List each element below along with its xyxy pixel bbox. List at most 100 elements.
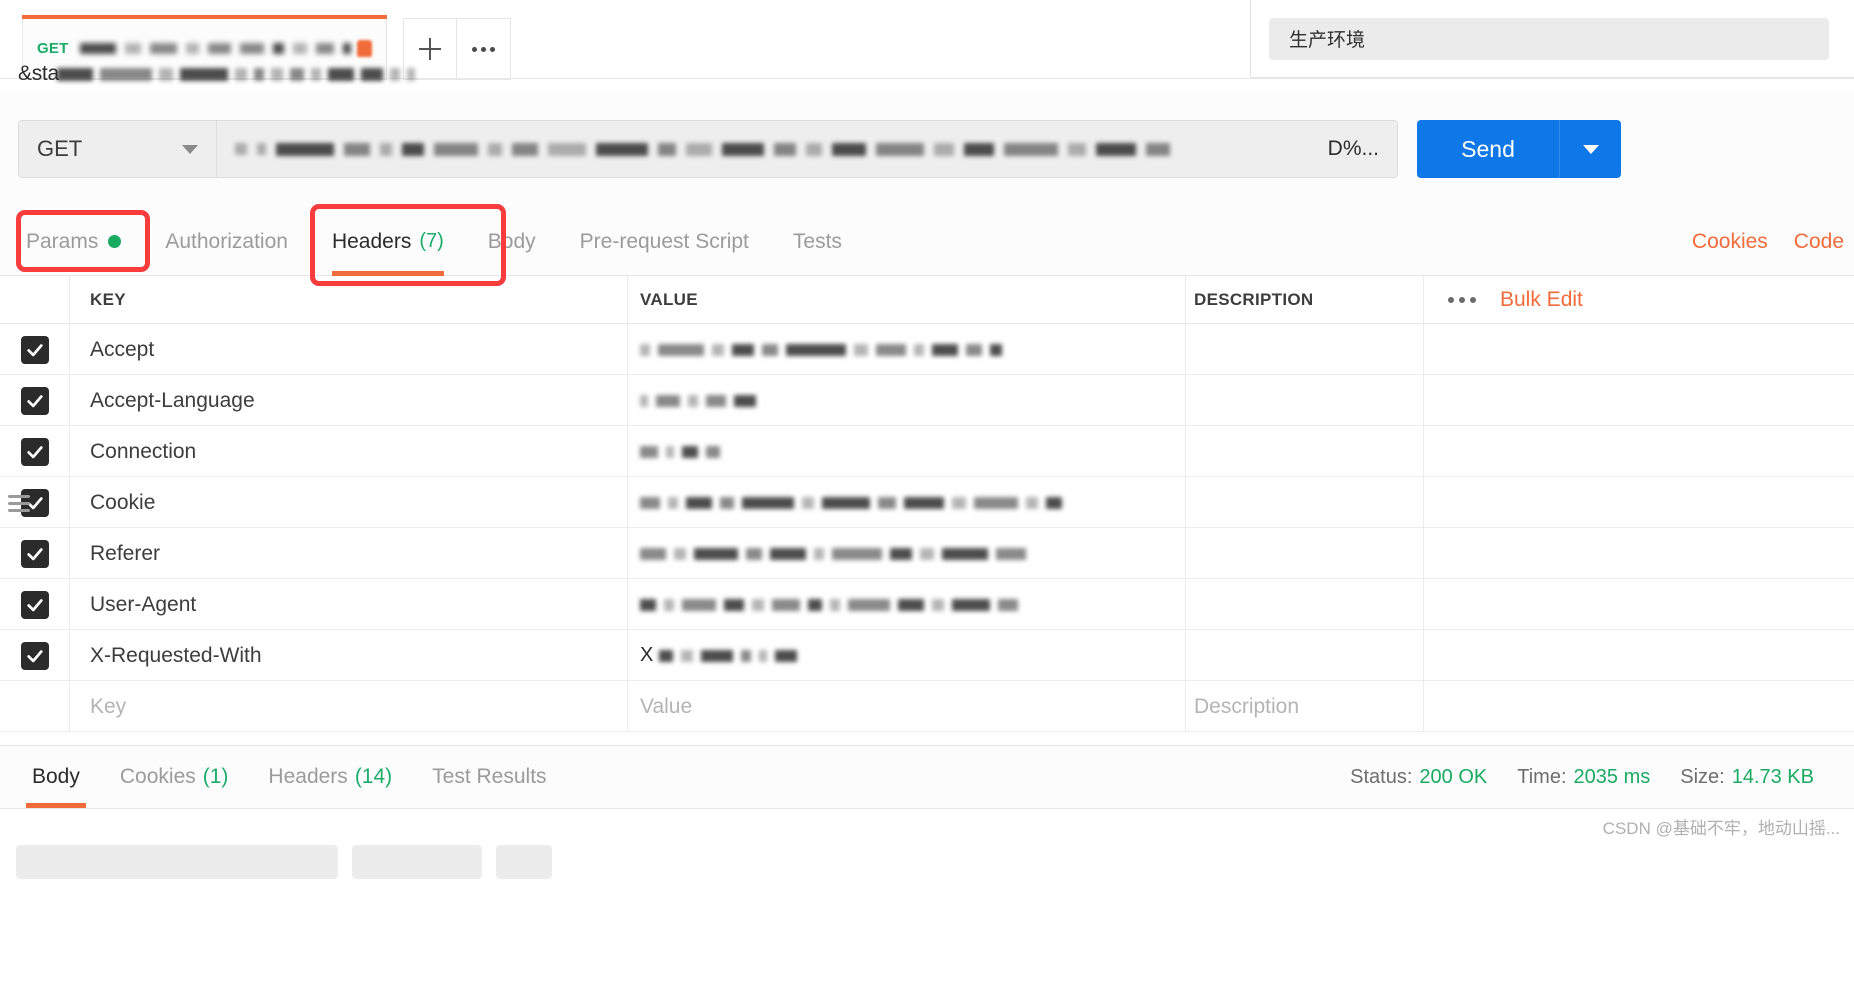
response-size-label: Size: bbox=[1680, 765, 1725, 788]
response-tab-body-label: Body bbox=[32, 765, 80, 788]
row-checkbox[interactable] bbox=[20, 641, 49, 670]
row-value-cell[interactable] bbox=[628, 477, 1186, 528]
new-value-placeholder: Value bbox=[640, 694, 693, 718]
table-row: Connection bbox=[0, 426, 1854, 477]
row-checkbox-cell bbox=[0, 528, 70, 579]
response-tab-body[interactable]: Body bbox=[12, 746, 100, 808]
row-actions-cell bbox=[1424, 528, 1854, 579]
tab-params-label: Params bbox=[26, 229, 99, 253]
row-checkbox[interactable] bbox=[20, 386, 49, 415]
response-size: Size: 14.73 KB bbox=[1680, 766, 1814, 789]
row-key-cell[interactable]: User-Agent bbox=[70, 579, 628, 630]
url-overflow-obscured bbox=[56, 67, 415, 81]
row-value-cell[interactable] bbox=[628, 324, 1186, 375]
row-checkbox[interactable] bbox=[20, 335, 49, 364]
row-value-obscured bbox=[640, 445, 1185, 458]
row-description-cell[interactable] bbox=[1186, 426, 1424, 477]
row-value-cell[interactable] bbox=[628, 579, 1186, 630]
send-options-button[interactable] bbox=[1559, 120, 1621, 178]
row-actions-cell bbox=[1424, 681, 1854, 732]
response-meta: Status: 200 OK Time: 2035 ms Size: 14.73 KB bbox=[1350, 766, 1854, 789]
row-key-cell[interactable]: X-Requested-With bbox=[70, 630, 628, 681]
response-status-label: Status: bbox=[1350, 765, 1413, 788]
row-checkbox-cell bbox=[0, 375, 70, 426]
response-tab-test-results[interactable]: Test Results bbox=[412, 746, 566, 808]
row-checkbox-cell bbox=[0, 477, 70, 528]
response-tab-cookies-count: (1) bbox=[202, 765, 229, 788]
row-key-label: Accept bbox=[90, 337, 155, 361]
bulk-edit-link[interactable]: Bulk Edit bbox=[1500, 288, 1583, 312]
response-body-area: CSDN @基础不牢，地动山摇... bbox=[0, 809, 1854, 984]
tab-more-options-button[interactable] bbox=[457, 18, 511, 80]
row-actions-cell bbox=[1424, 477, 1854, 528]
row-key-cell[interactable]: Cookie bbox=[70, 477, 628, 528]
column-key-head: KEY bbox=[70, 275, 628, 324]
response-tab-headers-label: Headers bbox=[268, 765, 348, 788]
column-value-label: VALUE bbox=[640, 289, 698, 309]
response-status-value: 200 OK bbox=[1419, 765, 1488, 788]
environment-selector[interactable]: 生产环境 bbox=[1269, 17, 1829, 60]
new-key-placeholder: Key bbox=[90, 694, 127, 718]
tab-headers[interactable]: Headers (7) bbox=[310, 208, 466, 276]
response-view-toggle[interactable] bbox=[16, 845, 338, 879]
row-key-cell[interactable]: Referer bbox=[70, 528, 628, 579]
row-key-cell[interactable]: Accept bbox=[70, 324, 628, 375]
table-options-icon[interactable] bbox=[1448, 296, 1476, 303]
url-row: GET D%... Send bbox=[0, 90, 1854, 208]
tab-authorization-label: Authorization bbox=[165, 229, 288, 253]
row-description-cell[interactable] bbox=[1186, 477, 1424, 528]
row-description-cell[interactable] bbox=[1186, 630, 1424, 681]
row-description-cell[interactable] bbox=[1186, 579, 1424, 630]
tab-headers-label: Headers bbox=[331, 229, 412, 253]
table-row: X-Requested-With X bbox=[0, 630, 1854, 681]
row-value-cell[interactable] bbox=[628, 528, 1186, 579]
row-checkbox[interactable] bbox=[20, 590, 49, 619]
row-description-cell[interactable] bbox=[1186, 528, 1424, 579]
tab-pre-request-script[interactable]: Pre-request Script bbox=[558, 208, 771, 276]
request-tab-name-obscured bbox=[80, 43, 351, 54]
response-tab-cookies[interactable]: Cookies (1) bbox=[100, 746, 249, 808]
ellipsis-icon bbox=[472, 46, 495, 52]
response-format-select[interactable] bbox=[352, 845, 482, 879]
row-key-cell[interactable]: Accept-Language bbox=[70, 375, 628, 426]
tab-pre-request-script-label: Pre-request Script bbox=[579, 229, 749, 253]
row-checkbox[interactable] bbox=[20, 539, 49, 568]
column-actions-head: Bulk Edit bbox=[1424, 276, 1854, 324]
tab-body[interactable]: Body bbox=[466, 208, 558, 276]
row-value-cell[interactable] bbox=[628, 375, 1186, 426]
url-input[interactable]: D%... bbox=[217, 121, 1397, 177]
code-link[interactable]: Code bbox=[1794, 230, 1844, 254]
row-value-obscured bbox=[640, 496, 1185, 509]
response-time: Time: 2035 ms bbox=[1517, 766, 1650, 789]
http-method-select[interactable]: GET bbox=[19, 121, 217, 177]
unsaved-indicator-icon bbox=[357, 40, 372, 57]
drag-handle-icon[interactable] bbox=[8, 495, 30, 516]
row-description-cell[interactable] bbox=[1186, 375, 1424, 426]
url-overflow-prefix: &sta bbox=[18, 62, 59, 85]
new-description-placeholder: Description bbox=[1194, 694, 1300, 718]
new-value-input[interactable]: Value bbox=[628, 681, 1186, 732]
row-key-cell[interactable]: Connection bbox=[70, 426, 628, 477]
response-tab-test-results-label: Test Results bbox=[432, 765, 547, 788]
tab-tests[interactable]: Tests bbox=[771, 208, 864, 276]
row-value-cell[interactable]: X bbox=[628, 630, 1186, 681]
url-visible-tail: D%... bbox=[1327, 137, 1379, 160]
response-tabs: Body Cookies (1) Headers (14) Test Resul… bbox=[0, 746, 1854, 808]
row-checkbox[interactable] bbox=[20, 437, 49, 466]
response-tab-headers[interactable]: Headers (14) bbox=[248, 746, 412, 808]
row-value-cell[interactable] bbox=[628, 426, 1186, 477]
new-key-input[interactable]: Key bbox=[70, 681, 628, 732]
new-description-input[interactable]: Description bbox=[1186, 681, 1424, 732]
cookies-link[interactable]: Cookies bbox=[1692, 230, 1768, 254]
row-value-obscured bbox=[640, 598, 1185, 611]
tab-authorization[interactable]: Authorization bbox=[143, 208, 310, 276]
column-checkbox-head bbox=[0, 275, 70, 324]
postman-window: GET &sta 生产环境 GET D%... Send Params Auth… bbox=[0, 0, 1854, 984]
row-actions-cell bbox=[1424, 324, 1854, 375]
row-description-cell[interactable] bbox=[1186, 324, 1424, 375]
tab-params[interactable]: Params bbox=[0, 208, 143, 276]
send-button[interactable]: Send bbox=[1417, 120, 1559, 178]
row-key-label: User-Agent bbox=[90, 592, 197, 616]
row-key-label: Accept-Language bbox=[90, 388, 255, 412]
response-misc-button[interactable] bbox=[496, 845, 552, 879]
